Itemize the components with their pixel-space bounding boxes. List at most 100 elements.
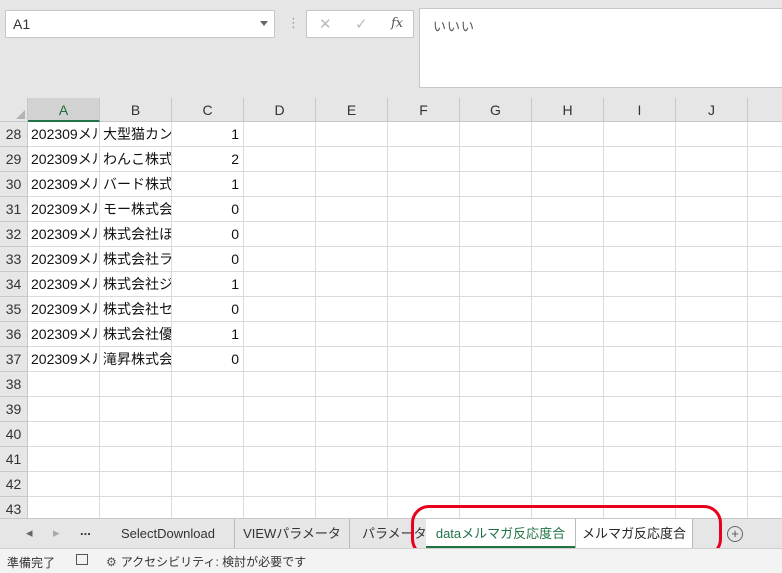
row-header[interactable]: 29 (0, 147, 28, 172)
cell-c[interactable]: 2 (172, 147, 243, 172)
name-box-value: A1 (13, 16, 31, 32)
cell-b[interactable]: モー株式会 (100, 197, 171, 222)
column-header-d[interactable]: D (244, 98, 316, 122)
row-header[interactable]: 43 (0, 497, 28, 518)
cell-a[interactable]: 202309メル (28, 147, 99, 172)
formula-input[interactable]: いいい (419, 8, 782, 88)
select-all-icon (16, 110, 25, 119)
column-header-a[interactable]: A (28, 98, 100, 122)
cell-c[interactable] (172, 472, 243, 497)
row-header[interactable]: 38 (0, 372, 28, 397)
cancel-icon[interactable]: ✕ (319, 15, 332, 33)
column-header-g[interactable]: G (460, 98, 532, 122)
row-header[interactable]: 30 (0, 172, 28, 197)
row-header[interactable]: 31 (0, 197, 28, 222)
column-header-partial[interactable] (748, 98, 782, 122)
cell-c[interactable] (172, 447, 243, 472)
row-header[interactable]: 37 (0, 347, 28, 372)
cell-b[interactable] (100, 497, 171, 518)
enter-icon[interactable]: ✓ (355, 15, 368, 33)
cell-c[interactable]: 0 (172, 297, 243, 322)
cell-a[interactable]: 202309メル (28, 297, 99, 322)
cell-c[interactable]: 0 (172, 347, 243, 372)
cell-b[interactable]: 株式会社ラ (100, 247, 171, 272)
name-box[interactable]: A1 (5, 10, 275, 38)
cell-b[interactable]: 滝昇株式会 (100, 347, 171, 372)
cell-b[interactable] (100, 447, 171, 472)
column-header-b[interactable]: B (100, 98, 172, 122)
cell-a[interactable] (28, 372, 99, 397)
row-header[interactable]: 34 (0, 272, 28, 297)
row-header[interactable]: 40 (0, 422, 28, 447)
row-header[interactable]: 32 (0, 222, 28, 247)
cell-b[interactable] (100, 372, 171, 397)
row-header[interactable]: 36 (0, 322, 28, 347)
cell-c[interactable] (172, 422, 243, 447)
cell-a[interactable]: 202309メル (28, 197, 99, 222)
row-header[interactable]: 41 (0, 447, 28, 472)
cell-a[interactable] (28, 497, 99, 518)
cell-b[interactable] (100, 472, 171, 497)
cell-a[interactable]: 202309メル (28, 122, 99, 147)
cell-a[interactable]: 202309メル (28, 247, 99, 272)
cell-a[interactable]: 202309メル (28, 347, 99, 372)
cell-a[interactable]: 202309メル (28, 222, 99, 247)
cell-c[interactable] (172, 372, 243, 397)
macro-record-icon[interactable] (76, 554, 88, 565)
row-header[interactable]: 42 (0, 472, 28, 497)
cell-a[interactable] (28, 472, 99, 497)
cell-c[interactable]: 1 (172, 122, 243, 147)
cell-b[interactable]: 大型猫カン (100, 122, 171, 147)
cell-c[interactable] (172, 397, 243, 422)
chevron-down-icon[interactable] (260, 21, 268, 26)
column-header-j[interactable]: J (676, 98, 748, 122)
more-options-icon[interactable]: ⋮ (287, 15, 300, 31)
formula-buttons: ✕ ✓ fx (306, 10, 414, 38)
tab-selectdownload[interactable]: SelectDownload (102, 519, 235, 548)
cell-c[interactable]: 0 (172, 247, 243, 272)
row-header[interactable]: 33 (0, 247, 28, 272)
column-header-c[interactable]: C (172, 98, 244, 122)
next-sheet-icon[interactable]: ▸ (53, 525, 60, 541)
grid-line (459, 122, 460, 518)
cell-c[interactable]: 1 (172, 272, 243, 297)
cell-a[interactable] (28, 397, 99, 422)
cell-b[interactable]: バード株式 (100, 172, 171, 197)
row-header[interactable]: 39 (0, 397, 28, 422)
column-header-f[interactable]: F (388, 98, 460, 122)
cell-c[interactable]: 1 (172, 172, 243, 197)
accessibility-status[interactable]: ⚙ アクセシビリティ: 検討が必要です (106, 553, 306, 570)
accessibility-label: アクセシビリティ: 検討が必要です (120, 555, 307, 569)
cell-c[interactable]: 0 (172, 197, 243, 222)
cell-a[interactable] (28, 447, 99, 472)
cell-a[interactable]: 202309メル (28, 272, 99, 297)
cell-b[interactable]: わんこ株式 (100, 147, 171, 172)
row-header[interactable]: 35 (0, 297, 28, 322)
cell-c[interactable] (172, 497, 243, 518)
column-header-e[interactable]: E (316, 98, 388, 122)
grid-line (531, 122, 532, 518)
formula-area: A1 ⋮ ✕ ✓ fx いいい (0, 0, 782, 98)
prev-sheet-icon[interactable]: ◂ (26, 525, 33, 541)
cell-c[interactable]: 0 (172, 222, 243, 247)
row-header[interactable]: 28 (0, 122, 28, 147)
add-sheet-icon[interactable]: + (727, 526, 743, 542)
cell-a[interactable]: 202309メル (28, 322, 99, 347)
cell-a[interactable] (28, 422, 99, 447)
cell-a[interactable]: 202309メル (28, 172, 99, 197)
cell-c[interactable]: 1 (172, 322, 243, 347)
spreadsheet-grid[interactable]: A B C D E F G H I J 28 202309メル 大型猫カン 1 29 202309メル わんこ株… (0, 98, 782, 518)
cell-b[interactable]: 株式会社ほ (100, 222, 171, 247)
cell-b[interactable] (100, 422, 171, 447)
tab-view-parameter[interactable]: VIEWパラメータ (235, 519, 350, 548)
select-all-button[interactable] (0, 98, 28, 122)
cell-b[interactable]: 株式会社セ (100, 297, 171, 322)
more-sheets-button[interactable]: ... (80, 523, 91, 538)
column-header-i[interactable]: I (604, 98, 676, 122)
cell-b[interactable]: 株式会社優 (100, 322, 171, 347)
insert-function-icon[interactable]: fx (391, 16, 403, 31)
cell-b[interactable] (100, 397, 171, 422)
cell-b[interactable]: 株式会社ジ (100, 272, 171, 297)
grid-line (675, 122, 676, 518)
column-header-h[interactable]: H (532, 98, 604, 122)
